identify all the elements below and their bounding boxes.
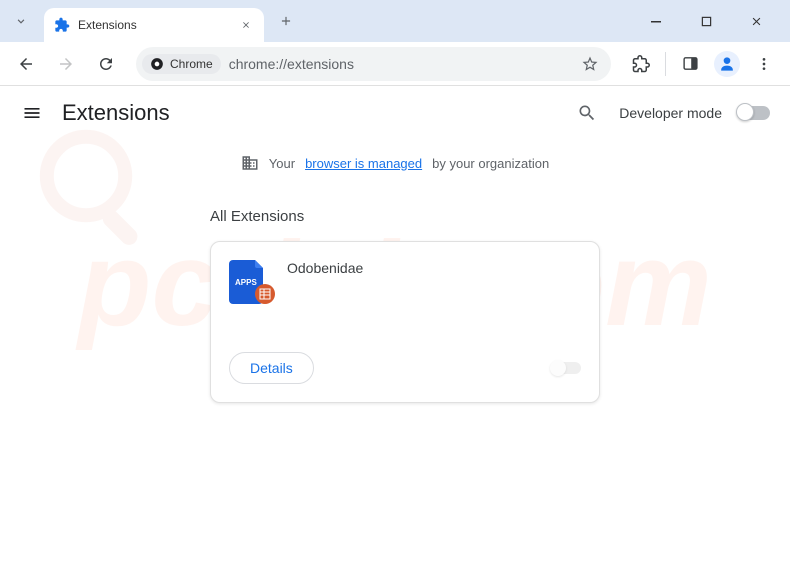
browser-toolbar: Chrome chrome://extensions [0,42,790,86]
puzzle-icon [632,55,650,73]
person-icon [717,54,737,74]
developer-mode-toggle[interactable] [738,106,770,120]
toggle-thumb [736,103,754,121]
tab-close-button[interactable] [238,17,254,33]
close-window-button[interactable] [742,7,770,35]
side-panel-icon [682,55,699,72]
page-title: Extensions [62,100,170,126]
kebab-icon [756,56,772,72]
maximize-button[interactable] [692,7,720,35]
maximize-icon [701,16,712,27]
toolbar-divider [665,52,666,76]
developer-mode-label: Developer mode [619,105,722,121]
extensions-page-header: Extensions Developer mode [0,86,790,140]
main-menu-button[interactable] [20,101,44,125]
building-icon [241,154,259,172]
back-button[interactable] [10,48,42,80]
window-titlebar: Extensions [0,0,790,42]
details-button[interactable]: Details [229,352,314,384]
search-icon [577,103,597,123]
chrome-icon [150,57,164,71]
tab-title: Extensions [78,18,230,32]
extensions-toolbar-button[interactable] [625,48,657,80]
managed-prefix: Your [269,156,295,171]
managed-banner: Your browser is managed by your organiza… [0,140,790,186]
hamburger-icon [22,103,42,123]
chrome-origin-chip[interactable]: Chrome [142,54,221,74]
profile-button[interactable] [714,51,740,77]
url-text: chrome://extensions [229,56,354,72]
bookmark-star-icon[interactable] [581,55,599,73]
managed-badge-icon [255,284,275,304]
extension-name: Odobenidae [287,260,363,340]
toggle-thumb [550,360,566,376]
extension-card: APPS Odobenidae Details [210,241,600,403]
extensions-content: All Extensions APPS Odobenidae De [0,208,790,403]
minimize-icon [650,15,662,27]
address-bar[interactable]: Chrome chrome://extensions [136,47,611,81]
extensions-favicon-icon [54,17,70,33]
forward-button[interactable] [50,48,82,80]
menu-button[interactable] [748,48,780,80]
all-extensions-heading: All Extensions [210,208,580,225]
extension-enable-toggle[interactable] [551,362,581,374]
managed-suffix: by your organization [432,156,549,171]
minimize-button[interactable] [642,7,670,35]
reload-icon [97,55,115,73]
new-tab-button[interactable] [272,7,300,35]
close-icon [241,20,251,30]
search-extensions-button[interactable] [571,97,603,129]
close-icon [750,15,763,28]
arrow-right-icon [57,55,75,73]
managed-link[interactable]: browser is managed [305,156,422,171]
window-controls [642,7,790,35]
chrome-chip-label: Chrome [170,57,213,71]
side-panel-button[interactable] [674,48,706,80]
browser-tab[interactable]: Extensions [44,8,264,42]
extension-icon: APPS [229,260,269,300]
chevron-down-icon [14,14,28,28]
reload-button[interactable] [90,48,122,80]
tab-search-dropdown[interactable] [6,6,36,36]
arrow-left-icon [17,55,35,73]
plus-icon [279,14,293,28]
